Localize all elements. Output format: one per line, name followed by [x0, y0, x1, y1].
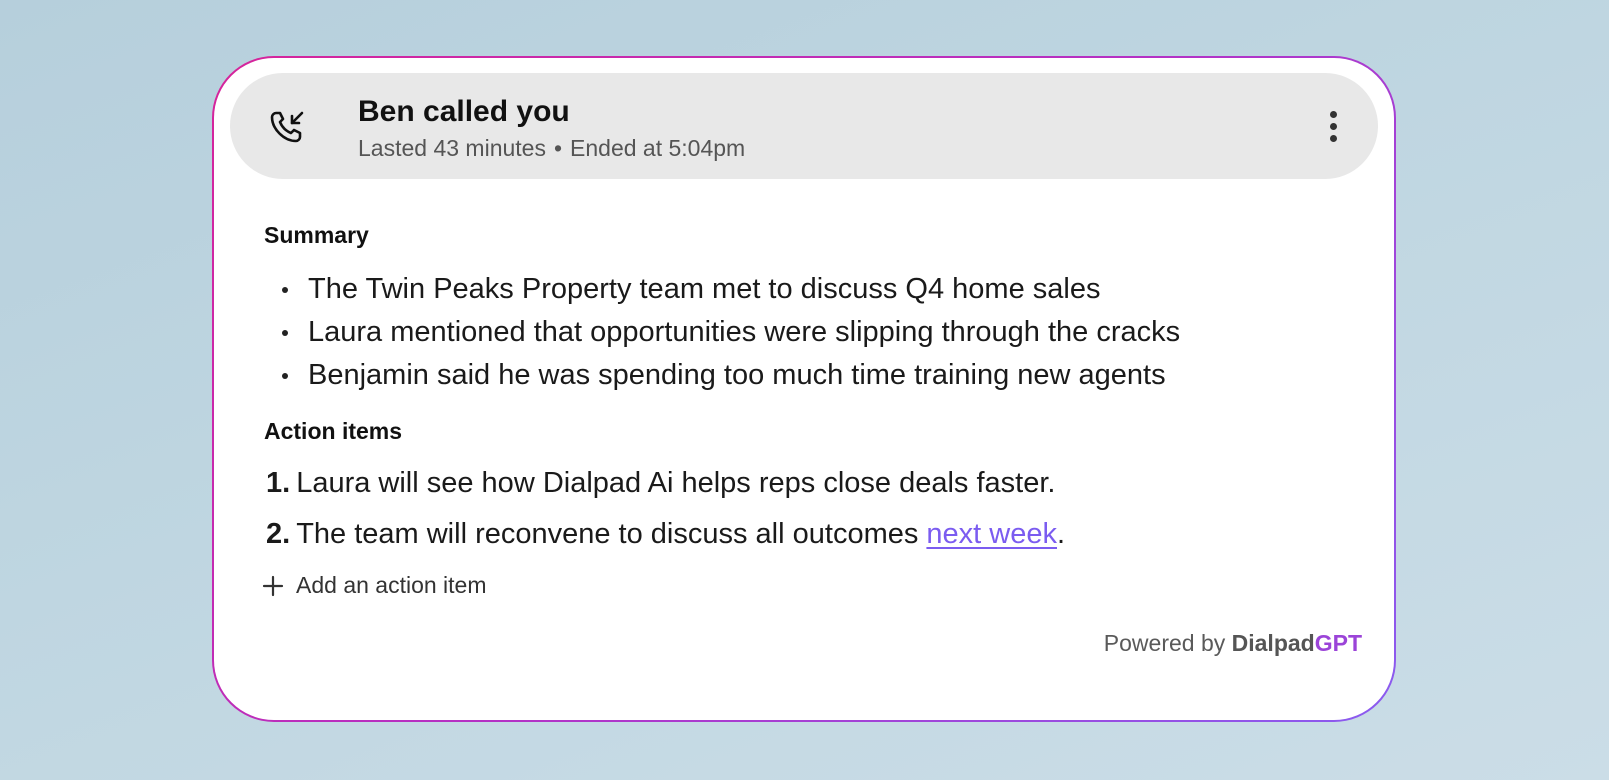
more-vertical-icon — [1329, 110, 1337, 118]
action-items-heading: Action items — [264, 418, 403, 444]
action-item-text: The team will reconvene to discuss all o… — [296, 518, 927, 550]
action-item-number: 1. — [266, 467, 291, 499]
summary-item-text: Laura mentioned that opportunities were … — [308, 316, 1181, 348]
action-item-number: 2. — [266, 518, 291, 550]
plus-icon — [262, 575, 284, 596]
powered-by-prefix: Powered by — [1103, 630, 1232, 656]
summary-item-text: The Twin Peaks Property team met to disc… — [308, 273, 1101, 305]
next-week-link[interactable]: next week — [926, 518, 1057, 550]
summary-item-text: Benjamin said he was spending too much t… — [308, 359, 1166, 391]
add-action-item-label: Add an action item — [296, 572, 487, 598]
call-title: Ben called you — [358, 95, 570, 128]
action-item-suffix: . — [1057, 518, 1066, 550]
incoming-call-icon — [270, 111, 304, 143]
add-action-item-button[interactable]: Add an action item — [262, 572, 487, 599]
brand-suffix: GPT — [1314, 630, 1362, 656]
powered-by: Powered by DialpadGPT — [1104, 630, 1362, 657]
action-item-text: Laura will see how Dialpad Ai helps reps… — [296, 467, 1056, 499]
brand-name: Dialpad — [1231, 630, 1315, 656]
summary-item: The Twin Peaks Property team met to disc… — [278, 268, 1180, 311]
more-options-button[interactable] — [1318, 103, 1348, 149]
bullet-icon — [282, 329, 288, 336]
summary-item: Benjamin said he was spending too much t… — [278, 354, 1180, 397]
call-summary-card: Ben called you Lasted 43 minutes • Ended a… — [214, 58, 1394, 720]
call-duration: Lasted 43 minutes — [358, 135, 546, 161]
call-ended-time: Ended at 5:04pm — [570, 135, 746, 161]
summary-list: The Twin Peaks Property team met to disc… — [278, 268, 1180, 397]
summary-item: Laura mentioned that opportunities were … — [278, 311, 1180, 354]
call-header: Ben called you Lasted 43 minutes • Ended a… — [230, 73, 1378, 179]
bullet-icon — [282, 286, 288, 293]
meta-separator: • — [553, 135, 563, 161]
action-item: 1. Laura will see how Dialpad Ai helps re… — [266, 458, 1065, 509]
bullet-icon — [282, 372, 288, 379]
summary-heading: Summary — [264, 222, 369, 248]
call-meta: Lasted 43 minutes • Ended at 5:04pm — [358, 135, 745, 162]
call-summary-card-border: Ben called you Lasted 43 minutes • Ended a… — [212, 56, 1396, 722]
action-items-list: 1. Laura will see how Dialpad Ai helps re… — [266, 458, 1065, 560]
action-item: 2. The team will reconvene to discuss all… — [266, 509, 1065, 560]
